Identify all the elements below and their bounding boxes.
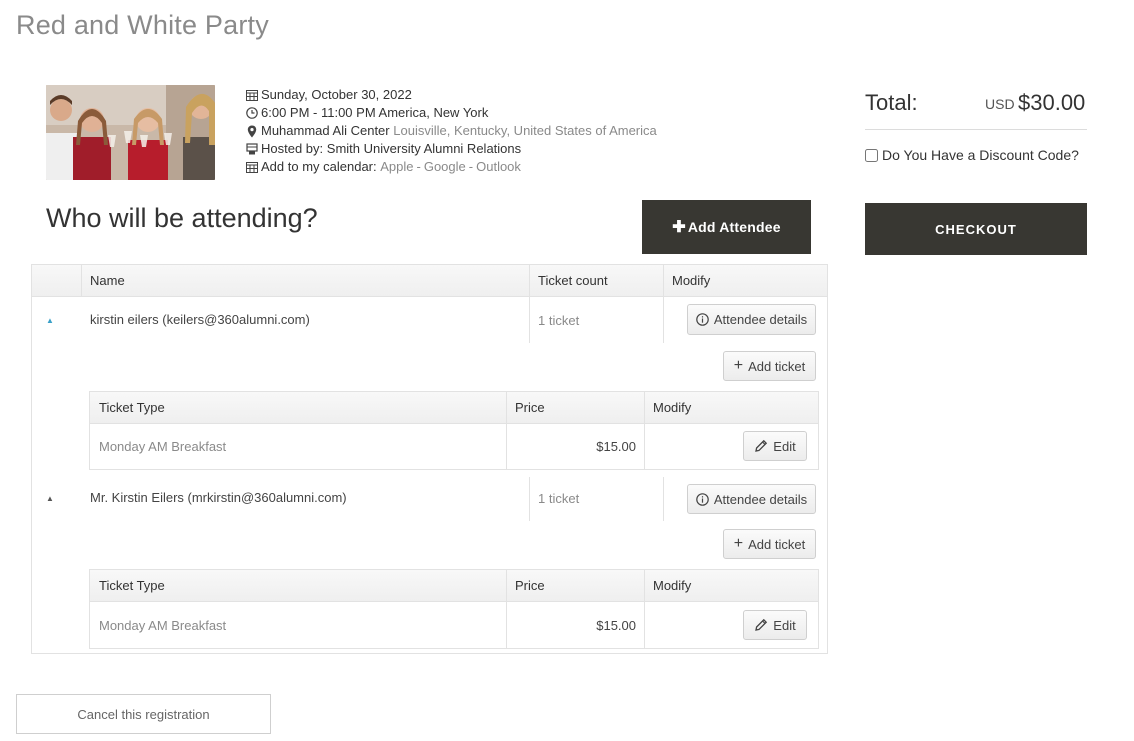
column-header-ticket-type: Ticket Type [99,578,165,593]
event-host-row: Hosted by: Smith University Alumni Relat… [245,140,657,158]
add-to-calendar-row: Add to my calendar: Apple - Google - Outlook [245,158,657,176]
attendee-details-label: Attendee details [713,312,808,327]
calendar-separator: - [468,159,474,174]
discount-code-toggle[interactable]: Do You Have a Discount Code? [865,147,1079,163]
cancel-registration-button[interactable]: Cancel this registration [16,694,271,734]
checkout-button[interactable]: CHECKOUT [865,203,1087,255]
host-prefix: Hosted by: [261,141,324,156]
attending-heading: Who will be attending? [46,203,318,233]
building-icon [245,143,258,156]
event-location-link[interactable]: Louisville, Kentucky, United States of A… [393,122,657,140]
calendar-icon [245,89,258,102]
page-title: Red and White Party [16,10,269,40]
total-divider [865,129,1087,130]
plus-icon: + [733,535,744,552]
ticket-table-header: Ticket Type Price Modify [90,570,818,602]
discount-code-label: Do You Have a Discount Code? [882,147,1079,163]
column-divider [663,477,664,521]
edit-ticket-button[interactable]: Edit [743,431,807,461]
pencil-icon [754,439,768,453]
attendee-ticket-count: 1 ticket [538,491,580,506]
attendee-ticket-count: 1 ticket [538,313,580,328]
column-divider [663,297,664,343]
column-header-modify: Modify [653,400,692,415]
event-info: Sunday, October 30, 2022 6:00 PM - 11:00… [245,86,657,176]
add-ticket-button[interactable]: + Add ticket [723,529,816,559]
total-label: Total: [865,90,918,115]
ticket-type: Monday AM Breakfast [99,618,227,633]
plus-icon: ✚ [672,219,686,236]
info-icon [696,313,709,326]
add-attendee-button[interactable]: ✚ Add Attendee [642,200,811,254]
discount-code-checkbox[interactable] [865,148,878,162]
calendar-link-outlook[interactable]: Outlook [476,158,521,176]
add-ticket-button[interactable]: + Add ticket [723,351,816,381]
ticket-row: Monday AM Breakfast $15.00 Edit [90,602,818,648]
attendee-table: Name Ticket count Modify ▲ kirstin eiler… [31,264,828,654]
column-header-price: Price [515,578,545,593]
edit-label: Edit [773,617,796,633]
column-divider [644,424,645,469]
event-date: Sunday, October 30, 2022 [261,87,412,102]
attendee-details-button[interactable]: Attendee details [687,304,816,335]
collapse-caret-icon[interactable]: ▲ [46,494,54,503]
add-attendee-label: Add Attendee [687,219,781,235]
event-time-row: 6:00 PM - 11:00 PM America, New York [245,104,657,122]
clock-icon [245,107,258,120]
column-header-name: Name [90,273,125,288]
info-icon [696,492,709,506]
total-currency: USD [985,96,1015,112]
column-divider [529,477,530,521]
pencil-icon [754,618,768,632]
attendee-row: ▲ kirstin eilers (keilers@360alumni.com)… [32,297,827,477]
add-ticket-label: Add ticket [748,358,806,374]
attendee-details-label: Attendee details [713,491,808,507]
ticket-price: $15.00 [596,618,636,633]
attendee-row: ▲ Mr. Kirstin Eilers (mrkirstin@360alumn… [32,477,827,653]
column-header-price: Price [515,400,545,415]
edit-label: Edit [773,438,796,454]
total-amount: $30.00 [1018,90,1086,115]
ticket-table: Ticket Type Price Modify Monday AM Break… [89,569,819,649]
event-host: Smith University Alumni Relations [326,141,522,156]
calendar-link-apple[interactable]: Apple [380,158,413,176]
ticket-table-header: Ticket Type Price Modify [90,392,818,424]
column-divider [529,297,530,343]
attendee-name: kirstin eilers (keilers@360alumni.com) [90,312,310,327]
calendar-separator: - [416,159,421,174]
column-header-modify: Modify [672,273,711,288]
attendee-name: Mr. Kirstin Eilers (mrkirstin@360alumni.… [90,490,347,505]
edit-ticket-button[interactable]: Edit [743,610,807,640]
calendar-icon [245,161,258,174]
ticket-price: $15.00 [596,439,636,454]
event-date-row: Sunday, October 30, 2022 [245,86,657,104]
event-location-row: Muhammad Ali Center Louisville, Kentucky… [245,122,657,140]
column-header-ticket-count: Ticket count [538,273,608,288]
column-divider [644,602,645,648]
ticket-row: Monday AM Breakfast $15.00 Edit [90,424,818,469]
plus-icon: + [733,357,744,374]
event-venue: Muhammad Ali Center [261,123,390,138]
add-ticket-label: Add ticket [748,536,806,552]
attendee-table-header: Name Ticket count Modify [32,265,827,297]
column-header-modify: Modify [653,578,692,593]
calendar-link-google[interactable]: Google [424,158,466,176]
event-photo [46,85,215,180]
map-pin-icon [245,125,258,138]
calendar-prefix: Add to my calendar: [261,159,377,174]
ticket-type: Monday AM Breakfast [99,439,227,454]
column-header-ticket-type: Ticket Type [99,400,165,415]
attendee-details-button[interactable]: Attendee details [687,484,816,514]
collapse-caret-icon[interactable]: ▲ [46,316,54,325]
ticket-table: Ticket Type Price Modify Monday AM Break… [89,391,819,470]
event-time: 6:00 PM - 11:00 PM America, New York [261,105,489,120]
